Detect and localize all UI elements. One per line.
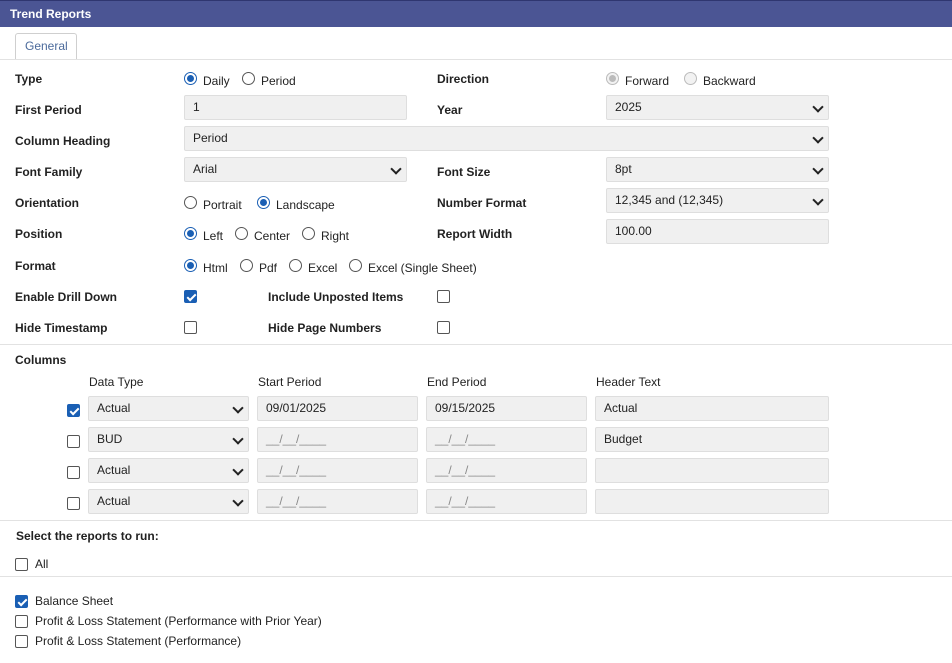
enable-drill-down-label: Enable Drill Down [15, 290, 118, 304]
type-daily-label: Daily [203, 74, 230, 88]
column-start-period-input[interactable]: __/__/____ [257, 427, 418, 452]
column-row-checkbox[interactable] [67, 435, 80, 448]
columns-label: Columns [15, 353, 67, 367]
hide-timestamp-checkbox[interactable] [184, 321, 197, 334]
column-data-type-select[interactable]: Actual [88, 458, 249, 483]
title-bar: Trend Reports [0, 0, 952, 27]
format-pdf-radio[interactable] [240, 259, 253, 272]
column-header-data-type: Data Type [89, 375, 144, 389]
report-label-balance-sheet: Balance Sheet [35, 594, 114, 608]
orientation-landscape-label: Landscape [276, 198, 335, 212]
reports-all-label: All [35, 557, 49, 571]
hide-timestamp-label: Hide Timestamp [15, 321, 108, 335]
direction-forward-radio[interactable] [606, 72, 619, 85]
format-excel-label: Excel [308, 261, 338, 275]
column-end-period-input[interactable]: 09/15/2025 [426, 396, 587, 421]
divider [0, 576, 952, 577]
column-data-type-select[interactable]: Actual [88, 396, 249, 421]
column-start-period-input[interactable]: __/__/____ [257, 489, 418, 514]
column-row-checkbox[interactable] [67, 466, 80, 479]
orientation-portrait-label: Portrait [203, 198, 242, 212]
position-right-label: Right [321, 229, 350, 243]
direction-label: Direction [437, 72, 490, 86]
hide-page-numbers-checkbox[interactable] [437, 321, 450, 334]
direction-backward-radio[interactable] [684, 72, 697, 85]
hide-page-numbers-label: Hide Page Numbers [268, 321, 382, 335]
column-row-checkbox[interactable] [67, 404, 80, 417]
reports-label: Select the reports to run: [16, 529, 159, 543]
report-width-input[interactable]: 100.00 [606, 219, 829, 244]
report-label-pl-performance: Profit & Loss Statement (Performance) [35, 634, 242, 648]
include-unposted-checkbox[interactable] [437, 290, 450, 303]
divider [0, 344, 952, 345]
column-data-type-select[interactable]: Actual [88, 489, 249, 514]
include-unposted-label: Include Unposted Items [268, 290, 404, 304]
position-left-radio[interactable] [184, 227, 197, 240]
orientation-label: Orientation [15, 196, 80, 210]
column-header-start-period: Start Period [258, 375, 322, 389]
font-size-select[interactable]: 8pt [606, 157, 829, 182]
report-checkbox-pl-prior-year[interactable] [15, 615, 28, 628]
format-excel-single-radio[interactable] [349, 259, 362, 272]
format-label: Format [15, 259, 56, 273]
direction-backward-label: Backward [703, 74, 756, 88]
number-format-select[interactable]: 12,345 and (12,345) [606, 188, 829, 213]
column-header-text-input[interactable]: Budget [595, 427, 829, 452]
column-end-period-input[interactable]: __/__/____ [426, 489, 587, 514]
direction-forward-label: Forward [625, 74, 670, 88]
position-right-radio[interactable] [302, 227, 315, 240]
first-period-input[interactable]: 1 [184, 95, 407, 120]
column-end-period-input[interactable]: __/__/____ [426, 427, 587, 452]
type-period-label: Period [261, 74, 296, 88]
column-header-text-input[interactable]: Actual [595, 396, 829, 421]
tab-general[interactable]: General [15, 33, 77, 60]
column-header-end-period: End Period [427, 375, 487, 389]
column-start-period-input[interactable]: 09/01/2025 [257, 396, 418, 421]
position-center-radio[interactable] [235, 227, 248, 240]
report-checkbox-balance-sheet[interactable] [15, 595, 28, 608]
column-end-period-input[interactable]: __/__/____ [426, 458, 587, 483]
format-html-label: Html [203, 261, 228, 275]
number-format-label: Number Format [437, 196, 527, 210]
position-label: Position [15, 227, 63, 241]
window-title: Trend Reports [10, 7, 92, 21]
column-heading-select[interactable]: Period [184, 126, 829, 151]
divider [0, 520, 952, 521]
format-excel-single-label: Excel (Single Sheet) [368, 261, 477, 275]
column-header-text-input[interactable] [595, 489, 829, 514]
position-left-label: Left [203, 229, 224, 243]
orientation-portrait-radio[interactable] [184, 196, 197, 209]
font-family-select[interactable]: Arial [184, 157, 407, 182]
year-label: Year [437, 103, 463, 117]
format-excel-radio[interactable] [289, 259, 302, 272]
format-pdf-label: Pdf [259, 261, 278, 275]
format-html-radio[interactable] [184, 259, 197, 272]
column-data-type-select[interactable]: BUD [88, 427, 249, 452]
column-header-text-input[interactable] [595, 458, 829, 483]
first-period-label: First Period [15, 103, 82, 117]
orientation-landscape-radio[interactable] [257, 196, 270, 209]
column-row-checkbox[interactable] [67, 497, 80, 510]
tab-general-label: General [25, 39, 68, 53]
type-period-radio[interactable] [242, 72, 255, 85]
position-center-label: Center [254, 229, 291, 243]
column-start-period-input[interactable]: __/__/____ [257, 458, 418, 483]
report-width-label: Report Width [437, 227, 513, 241]
column-header-header-text: Header Text [596, 375, 661, 389]
type-label: Type [15, 72, 43, 86]
font-size-label: Font Size [437, 165, 491, 179]
enable-drill-down-checkbox[interactable] [184, 290, 197, 303]
report-checkbox-pl-performance[interactable] [15, 635, 28, 648]
type-daily-radio[interactable] [184, 72, 197, 85]
tab-divider [0, 59, 952, 60]
font-family-label: Font Family [15, 165, 83, 179]
report-label-pl-prior-year: Profit & Loss Statement (Performance wit… [35, 614, 322, 628]
year-select[interactable]: 2025 [606, 95, 829, 120]
reports-all-checkbox[interactable] [15, 558, 28, 571]
column-heading-label: Column Heading [15, 134, 111, 148]
